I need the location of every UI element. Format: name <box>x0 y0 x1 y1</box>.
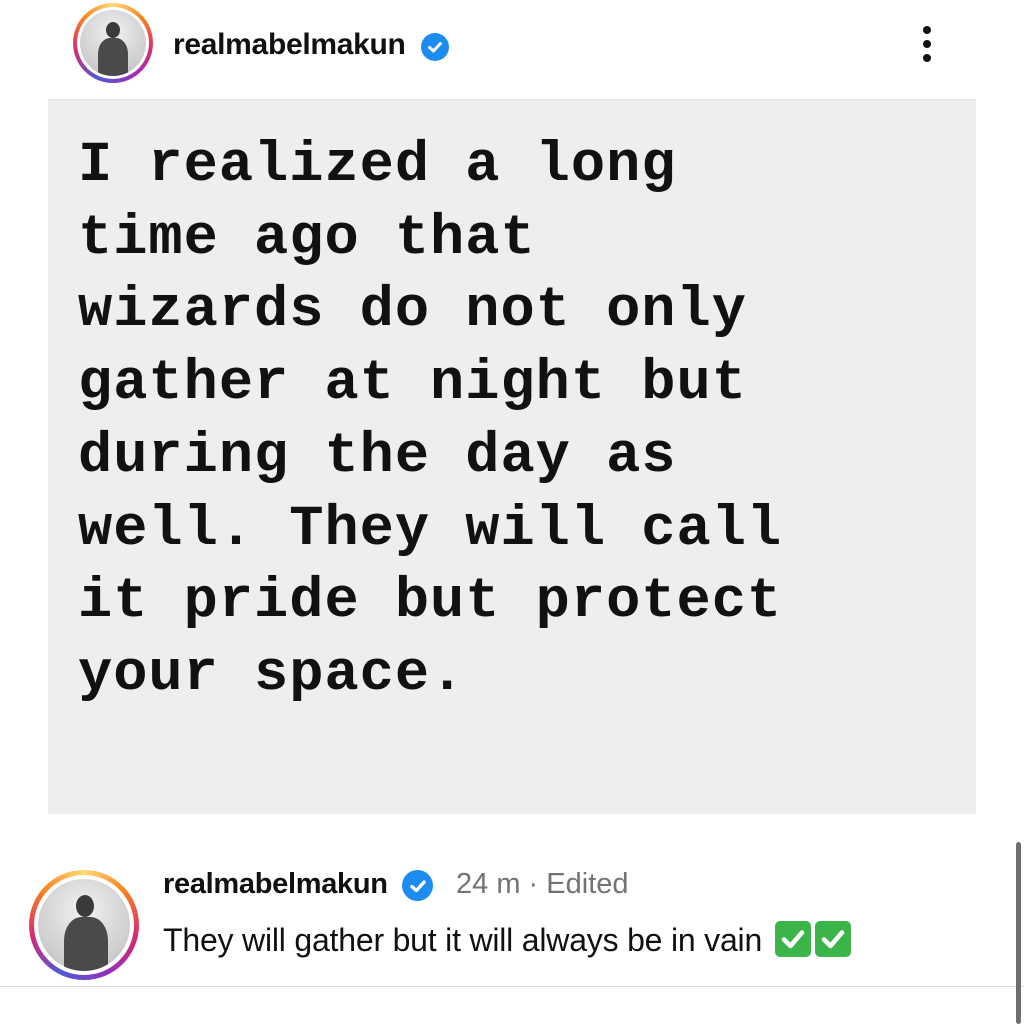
verified-badge-icon <box>402 870 433 901</box>
post-view: realmabelmakun I realized a long time ag… <box>0 0 1024 1024</box>
quote-line: it pride but protect <box>78 570 783 635</box>
check-mark-button-icon <box>774 921 811 957</box>
caption-avatar[interactable] <box>29 870 139 980</box>
avatar-photo <box>38 879 130 971</box>
scrollbar[interactable] <box>1016 842 1021 1024</box>
edited-label: Edited <box>546 868 629 900</box>
quote-line: I realized a long <box>78 134 677 198</box>
quote-line: wizards do not only <box>78 279 747 344</box>
caption-username[interactable]: realmabelmakun <box>163 866 388 902</box>
quote-line: time ago that <box>78 206 536 271</box>
quote-line: your space. <box>78 642 466 707</box>
post-quote-text: I realized a long time ago that wizards … <box>78 130 898 712</box>
caption-text: They will gather but it will always be i… <box>163 919 851 961</box>
header-avatar[interactable] <box>73 3 153 83</box>
post-time[interactable]: 24 m <box>456 868 520 900</box>
caption-body: They will gather but it will always be i… <box>163 922 763 958</box>
check-mark-button-icon <box>814 921 851 957</box>
meta-separator: · <box>528 868 539 900</box>
divider <box>0 986 1024 987</box>
avatar-photo <box>80 10 146 76</box>
header-username[interactable]: realmabelmakun <box>173 27 406 63</box>
quote-line: gather at night but <box>78 352 747 417</box>
quote-line: well. They will call <box>78 497 783 562</box>
caption-meta: 24 m · Edited <box>456 866 629 902</box>
quote-line: during the day as <box>78 424 677 489</box>
more-vertical-icon[interactable] <box>912 22 942 66</box>
post-header: realmabelmakun <box>0 0 1024 86</box>
verified-badge-icon <box>421 33 449 61</box>
